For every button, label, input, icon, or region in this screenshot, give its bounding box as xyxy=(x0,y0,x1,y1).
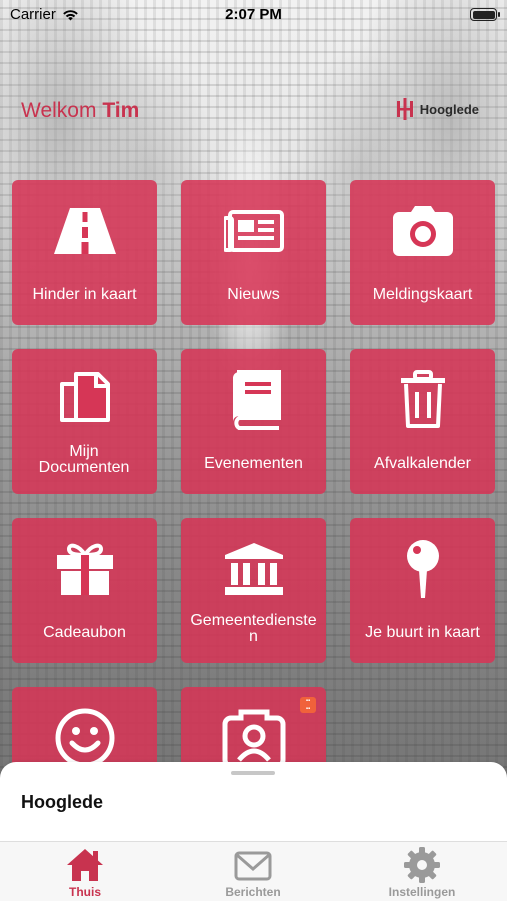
tile-label: Gemeentediensten xyxy=(190,612,317,645)
tab-thuis[interactable]: Thuis xyxy=(35,845,135,899)
tile-label: Afvalkalender xyxy=(374,455,471,472)
documents-icon xyxy=(12,367,157,433)
welcome-prefix: Welkom xyxy=(21,99,97,122)
sheet-title: Hooglede xyxy=(21,792,104,812)
clock: 2:07 PM xyxy=(225,6,282,23)
tile-cadeaubon[interactable]: Cadeaubon xyxy=(12,518,157,663)
welcome-message: Welkom Tim xyxy=(21,99,139,123)
tab-label: Instellingen xyxy=(388,885,456,899)
tile-afvalkalender[interactable]: Afvalkalender xyxy=(350,349,495,494)
hooglede-logo-icon xyxy=(396,98,413,120)
gift-icon xyxy=(12,536,157,602)
tile-label: Meldingskaart xyxy=(372,286,473,303)
camera-icon xyxy=(350,198,495,264)
tile-meldingskaart[interactable]: Meldingskaart xyxy=(350,180,495,325)
bottom-sheet[interactable]: Hooglede xyxy=(0,762,507,842)
battery-icon xyxy=(470,8,500,21)
book-icon xyxy=(181,367,326,433)
trash-icon xyxy=(350,367,495,433)
tab-berichten[interactable]: Berichten xyxy=(203,845,303,899)
tile-mijn-documenten[interactable]: Mijn Documenten xyxy=(12,349,157,494)
gear-icon xyxy=(404,847,440,883)
home-icon xyxy=(67,849,103,881)
tile-je-buurt-in-kaart[interactable]: Je buurt in kaart xyxy=(350,518,495,663)
tab-bar: Thuis Berichten Instellingen xyxy=(0,841,507,901)
tab-instellingen[interactable]: Instellingen xyxy=(372,845,472,899)
status-bar: Carrier 2:07 PM xyxy=(0,0,507,30)
tab-label: Berichten xyxy=(225,885,281,899)
brand-logo: Hooglede xyxy=(396,98,479,120)
tile-label: Nieuws xyxy=(227,286,280,303)
tile-evenementen[interactable]: Evenementen xyxy=(181,349,326,494)
tile-label: Cadeaubon xyxy=(43,624,126,641)
brand-name: Hooglede xyxy=(419,101,479,117)
user-name: Tim xyxy=(102,99,140,122)
tile-gemeentediensten[interactable]: Gemeentediensten xyxy=(181,518,326,663)
building-icon xyxy=(181,536,326,602)
tile-nieuws[interactable]: Nieuws xyxy=(181,180,326,325)
newspaper-icon xyxy=(181,198,326,264)
tile-label: Je buurt in kaart xyxy=(365,624,480,641)
map-pin-icon xyxy=(350,536,495,602)
tile-hinder-in-kaart[interactable]: Hinder in kaart xyxy=(12,180,157,325)
sheet-grabber[interactable] xyxy=(231,771,275,775)
tile-label: Mijn Documenten xyxy=(38,443,130,476)
tab-label: Thuis xyxy=(69,885,101,899)
tile-label: Evenementen xyxy=(204,455,303,472)
tile-label: Hinder in kaart xyxy=(32,286,137,303)
mail-icon xyxy=(234,851,272,881)
road-icon xyxy=(12,198,157,264)
